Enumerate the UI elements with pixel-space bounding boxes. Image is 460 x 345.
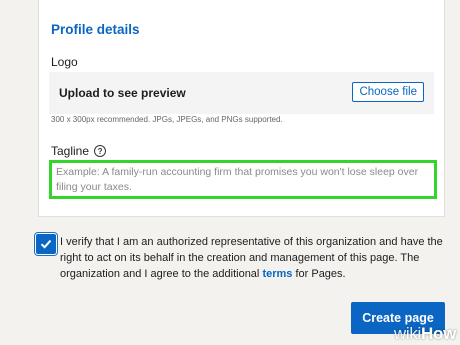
verify-checkbox[interactable] — [36, 234, 56, 254]
tagline-textarea[interactable]: Example: A family-run accounting firm th… — [49, 160, 437, 199]
upload-preview-text: Upload to see preview — [59, 86, 186, 100]
choose-file-button[interactable]: Choose file — [352, 82, 424, 102]
section-title: Profile details — [51, 22, 140, 37]
verification-text: I verify that I am an authorized represe… — [60, 234, 450, 282]
tagline-label-row: Tagline ? — [51, 144, 107, 158]
tagline-placeholder: Example: A family-run accounting firm th… — [56, 166, 419, 193]
logo-hint: 300 x 300px recommended. JPGs, JPEGs, an… — [51, 115, 283, 124]
logo-label: Logo — [51, 55, 78, 69]
wikihow-watermark: wikiHow — [393, 324, 456, 343]
terms-link[interactable]: terms — [262, 268, 292, 280]
logo-upload-area: Upload to see preview Choose file — [49, 72, 434, 114]
checkmark-icon — [40, 239, 52, 249]
question-circle-icon[interactable]: ? — [94, 145, 107, 157]
page: Profile details Logo Upload to see previ… — [0, 0, 460, 345]
verification-text-after: for Pages. — [292, 268, 346, 280]
tagline-label: Tagline — [51, 144, 90, 158]
verification-text-before: I verify that I am an authorized represe… — [60, 236, 443, 280]
profile-details-card: Profile details Logo Upload to see previ… — [38, 0, 445, 217]
